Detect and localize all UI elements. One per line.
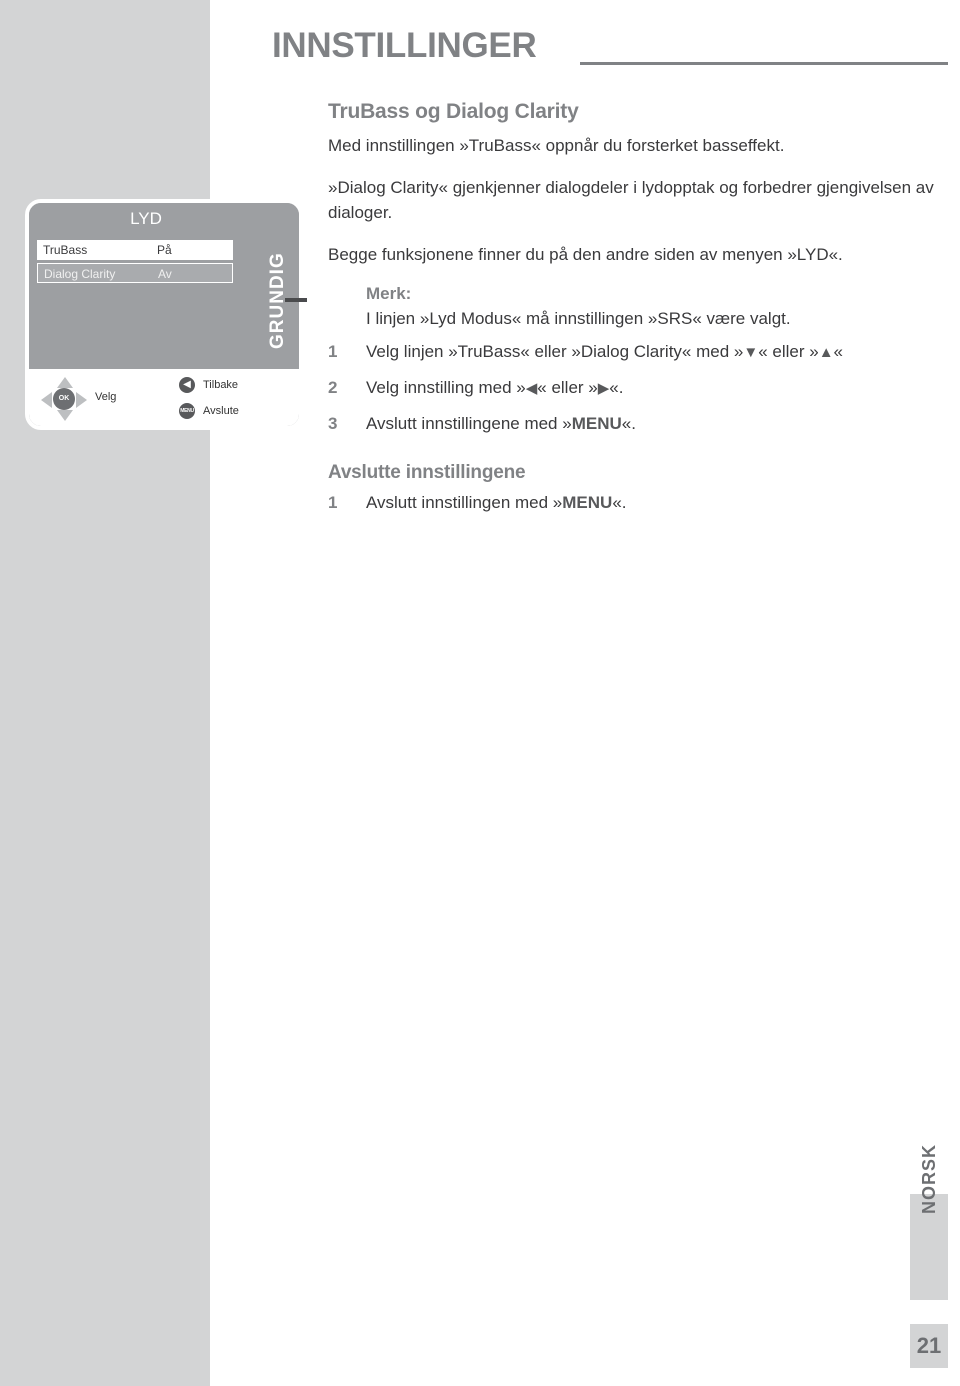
row-value: Av — [158, 267, 172, 281]
dpad-icon[interactable]: OK — [41, 377, 87, 421]
menu-button-icon[interactable]: MENU — [179, 403, 195, 419]
step-text-suffix: «. — [621, 414, 636, 433]
step-text-middle: « eller » — [758, 342, 819, 361]
step-text-suffix: « — [833, 342, 844, 361]
dpad-up-icon[interactable] — [57, 377, 73, 388]
arrow-left-icon[interactable]: ◀ — [179, 377, 195, 393]
tv-menu-row-list: TruBass På Dialog Clarity Av — [37, 240, 233, 286]
arrow-down-icon: ▼ — [743, 344, 759, 361]
dpad-left-icon[interactable] — [41, 392, 52, 408]
sub-step-1: 1 Avslutt innstillingen med »MENU«. — [328, 490, 938, 515]
sub-heading: Avslutte innstillingene — [328, 462, 526, 483]
content-column: TruBass og Dialog Clarity Med innstillin… — [328, 100, 938, 525]
arrow-right-icon: ▶ — [597, 380, 610, 397]
step-text-suffix: «. — [612, 493, 627, 512]
step-text-prefix: Velg innstilling med » — [366, 378, 526, 397]
paragraph-trubass: Med innstillingen »TruBass« oppnår du fo… — [328, 136, 785, 155]
page-title: INNSTILLINGER — [272, 26, 537, 65]
step-text-prefix: Velg linjen »TruBass« eller »Dialog Clar… — [366, 342, 744, 361]
arrow-left-icon: ◀ — [525, 380, 538, 397]
step-text-prefix: Avslutt innstillingen med » — [366, 493, 563, 512]
note-title: Merk: — [366, 284, 412, 303]
dpad-down-icon[interactable] — [57, 410, 73, 421]
step-number: 3 — [328, 414, 338, 433]
menu-key-label: MENU — [571, 414, 622, 433]
tv-menu-screen: LYD TruBass På Dialog Clarity Av GRUNDIG — [29, 203, 299, 369]
row-label: TruBass — [43, 243, 88, 257]
tv-menu-footer-bar: OK Velg ◀ Tilbake MENU Avslute — [29, 369, 299, 426]
menu-key-label: MENU — [562, 493, 613, 512]
section-heading: TruBass og Dialog Clarity — [328, 100, 579, 123]
step-3: 3 Avslutt innstillingene med »MENU«. — [328, 411, 938, 436]
exit-action-label: Avslute — [203, 405, 239, 417]
tv-menu-row-dialog-clarity[interactable]: Dialog Clarity Av — [37, 263, 233, 283]
arrow-up-icon: ▲ — [818, 344, 834, 361]
step-1: 1 Velg linjen »TruBass« eller »Dialog Cla… — [328, 339, 938, 365]
language-tab-label: NORSK — [919, 1144, 939, 1215]
step-text-suffix: «. — [609, 378, 624, 397]
step-number: 1 — [328, 342, 338, 361]
note-text: I linjen »Lyd Modus« må innstillingen »S… — [366, 309, 791, 328]
tv-menu-shell: LYD TruBass På Dialog Clarity Av GRUNDIG… — [25, 199, 303, 430]
tv-menu-title: LYD — [130, 209, 162, 228]
step-text-middle: « eller » — [537, 378, 598, 397]
step-number: 1 — [328, 493, 338, 512]
tv-menu-row-trubass[interactable]: TruBass På — [37, 240, 233, 260]
back-action-label: Tilbake — [203, 379, 239, 391]
step-number: 2 — [328, 378, 338, 397]
row-label: Dialog Clarity — [44, 267, 116, 281]
step-text-prefix: Avslutt innstillingene med » — [366, 414, 572, 433]
dpad-action-label: Velg — [95, 391, 117, 403]
step-2: 2 Velg innstilling med »◀« eller »▶«. — [328, 375, 938, 401]
paragraph-dialog-clarity: »Dialog Clarity« gjenkjenner dialogdeler… — [328, 178, 934, 222]
language-tab: NORSK — [910, 1144, 948, 1300]
tv-menu-figure: LYD TruBass På Dialog Clarity Av GRUNDIG… — [25, 199, 303, 430]
note-block: Merk: I linjen »Lyd Modus« må innstillin… — [328, 284, 938, 331]
dpad-right-icon[interactable] — [76, 392, 87, 408]
row-value: På — [157, 243, 172, 257]
page-header: INNSTILLINGER — [272, 26, 948, 72]
page-number: 21 — [910, 1324, 948, 1368]
title-rule — [580, 62, 948, 65]
paragraph-both-functions: Begge funksjonene finner du på den andre… — [328, 245, 843, 264]
figure-dash-marker — [285, 298, 307, 302]
ok-button-icon[interactable]: OK — [53, 388, 75, 410]
